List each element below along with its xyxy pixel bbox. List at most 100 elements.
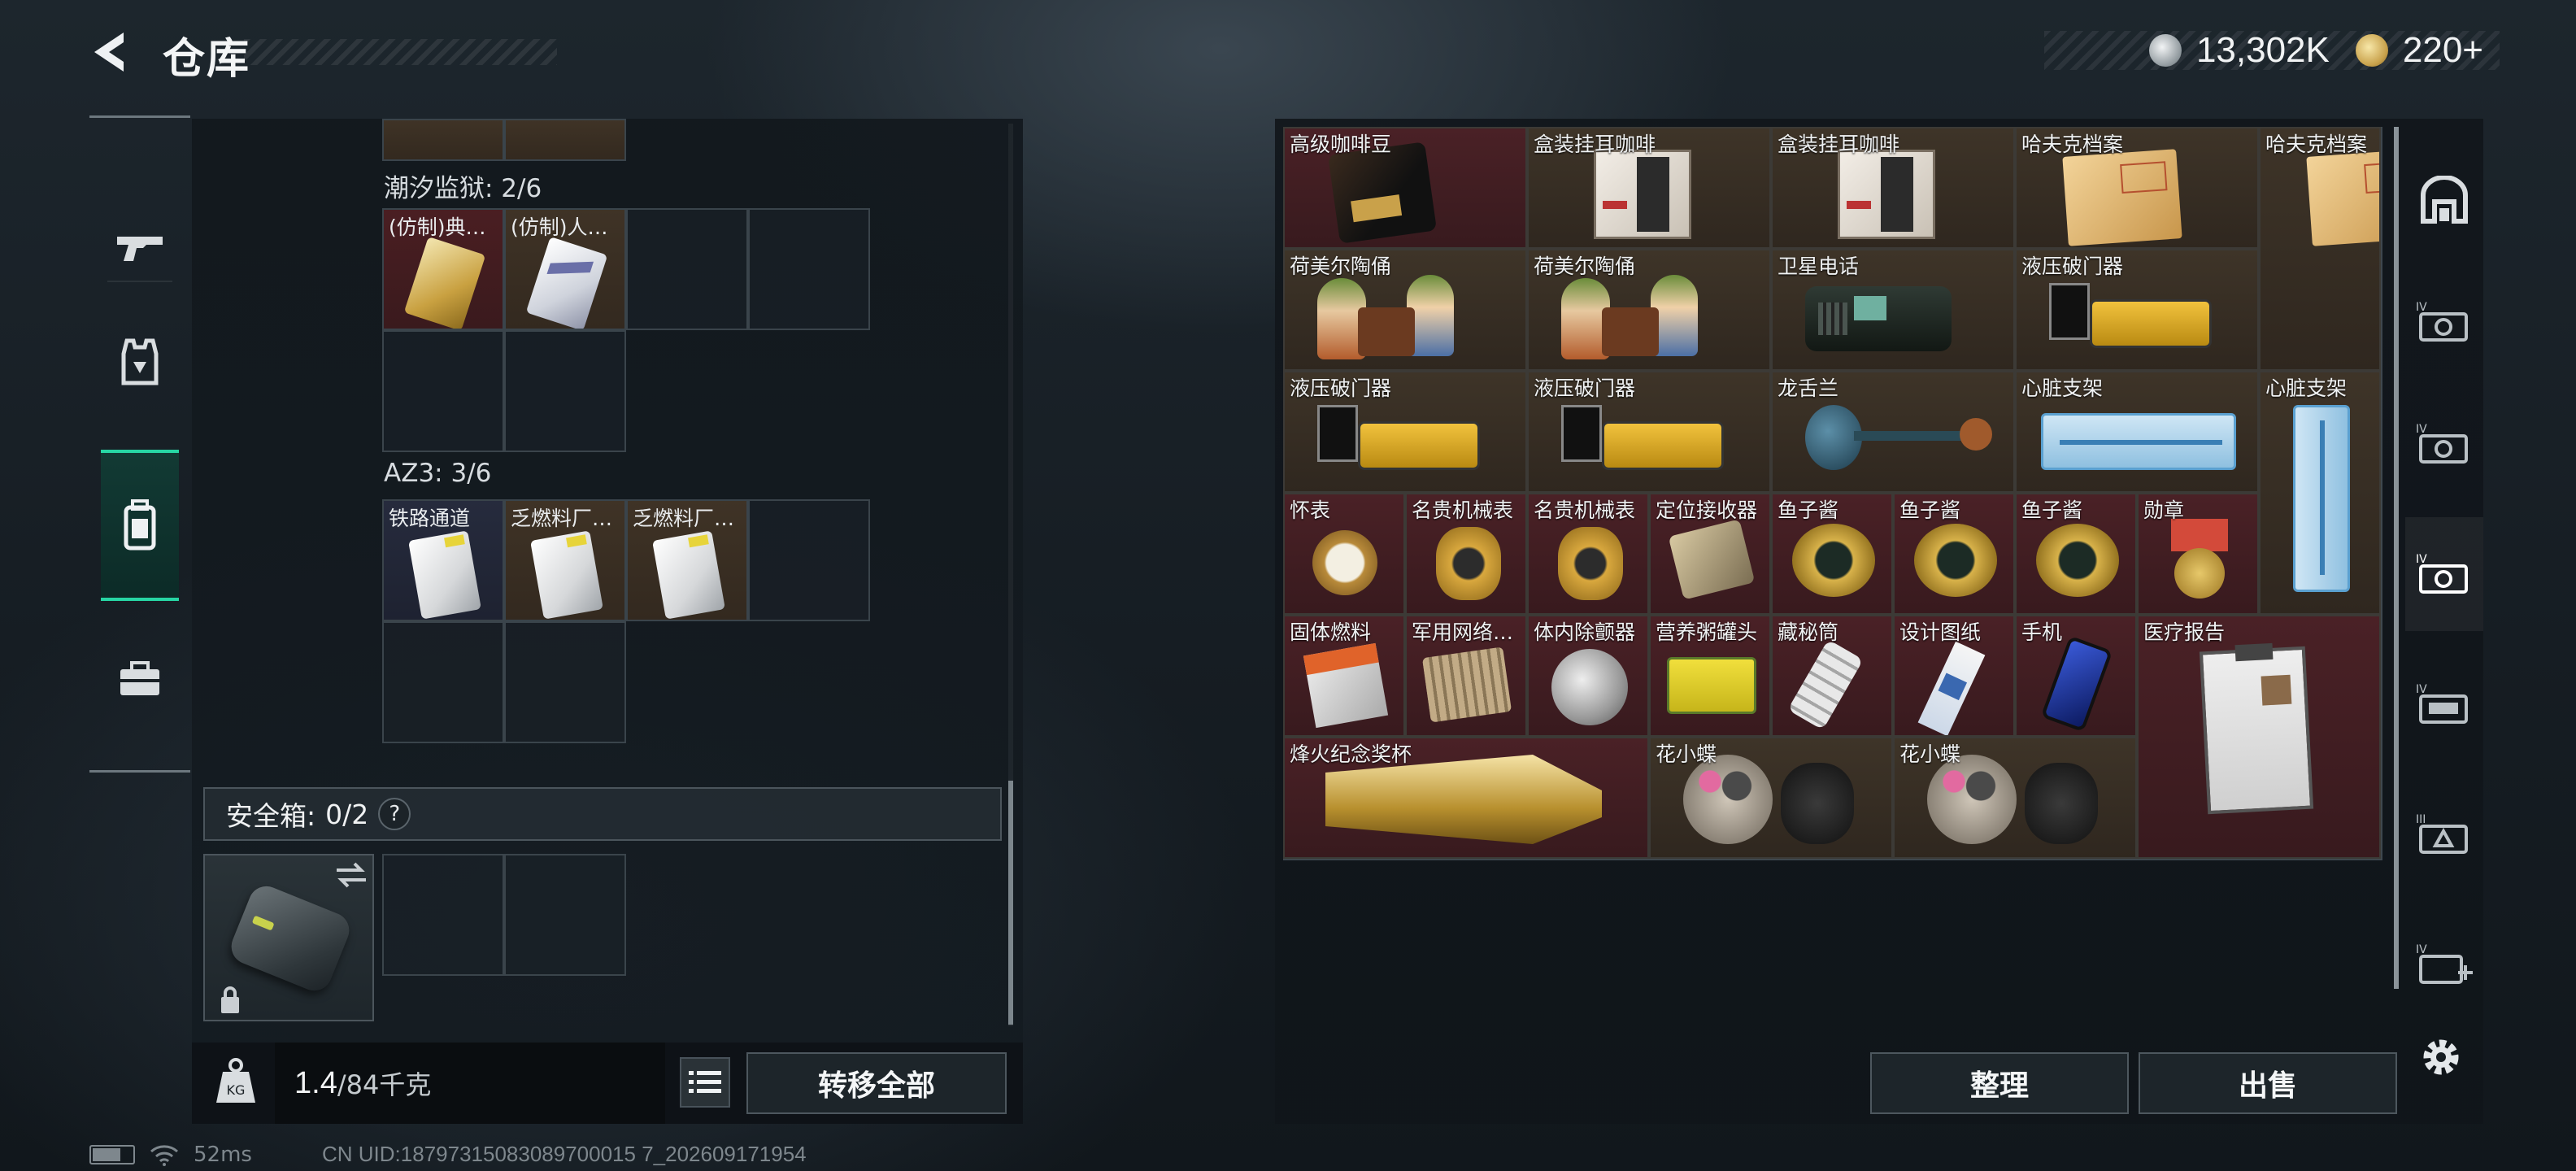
defib-icon: [1551, 649, 1628, 725]
rail-case-iv-3[interactable]: IV: [2405, 517, 2483, 631]
empty-slot[interactable]: [748, 499, 870, 621]
rail-case-iv-1[interactable]: IV: [2405, 265, 2483, 379]
swap-icon[interactable]: [333, 860, 369, 890]
stash-item[interactable]: 液压破门器: [1527, 371, 1771, 493]
stash-item[interactable]: 荷美尔陶俑: [1283, 249, 1527, 371]
stash-scrollbar[interactable]: [2394, 127, 2399, 989]
item-label: 鱼子酱: [2021, 498, 2083, 522]
empty-slot[interactable]: [382, 330, 504, 452]
empty-slot[interactable]: [748, 208, 870, 330]
stash-item[interactable]: 龙舌兰: [1771, 371, 2015, 493]
figurine-icon: [1358, 307, 1415, 356]
settings-gear-icon[interactable]: [2417, 1033, 2465, 1082]
rail-case-iv-add[interactable]: IV: [2405, 908, 2483, 1021]
plush-icon: [1927, 755, 2017, 844]
item-label: 烽火纪念奖杯: [1290, 742, 1412, 766]
stash-item[interactable]: 固体燃料: [1283, 615, 1405, 737]
safe-case-icon: [226, 881, 355, 996]
stash-item[interactable]: 鱼子酱: [1771, 493, 1893, 615]
sell-button[interactable]: 出售: [2139, 1052, 2397, 1114]
stash-item[interactable]: 卫星电话: [1771, 249, 2015, 371]
stash-item[interactable]: 哈夫克档案: [2015, 127, 2259, 249]
stash-item[interactable]: 花小蝶: [1649, 737, 1893, 859]
empty-slot[interactable]: [382, 854, 504, 976]
stash-item[interactable]: 鱼子酱: [2015, 493, 2137, 615]
rail-container-tab[interactable]: [2405, 143, 2483, 257]
stash-item[interactable]: 盒装挂耳咖啡: [1771, 127, 2015, 249]
nav-case[interactable]: [89, 606, 190, 752]
stash-item[interactable]: 医疗报告: [2137, 615, 2381, 859]
list-view-button[interactable]: [680, 1057, 730, 1108]
stash-item[interactable]: 盒装挂耳咖啡: [1527, 127, 1771, 249]
grid-cell[interactable]: [504, 119, 626, 161]
stash-item[interactable]: 体内除颤器: [1527, 615, 1649, 737]
empty-slot[interactable]: [504, 854, 626, 976]
fuel-icon: [1303, 642, 1389, 729]
svg-text:IV: IV: [2416, 553, 2427, 566]
stash-item[interactable]: 定位接收器: [1649, 493, 1771, 615]
breacher-icon: [2090, 299, 2212, 348]
keycard-icon: [525, 236, 608, 329]
gold-currency-value[interactable]: 220+: [2403, 30, 2483, 71]
stash-item[interactable]: 心脏支架: [2015, 371, 2259, 493]
empty-slot[interactable]: [382, 621, 504, 743]
keycard-icon: [530, 530, 603, 620]
stash-item[interactable]: 营养粥罐头: [1649, 615, 1771, 737]
stash-item[interactable]: 荷美尔陶俑: [1527, 249, 1771, 371]
stash-item[interactable]: 名贵机械表: [1527, 493, 1649, 615]
stash-item[interactable]: 烽火纪念奖杯: [1283, 737, 1649, 859]
breacher-icon: [1358, 421, 1480, 470]
box-icon: [1594, 150, 1691, 239]
rail-case-iv-4[interactable]: IV: [2405, 647, 2483, 761]
stash-item[interactable]: 液压破门器: [2015, 249, 2259, 371]
list-icon: [689, 1071, 721, 1093]
nav-backpack[interactable]: [101, 450, 179, 601]
safe-box-count: 0/2: [325, 798, 369, 830]
container-scrollbar-thumb[interactable]: [1008, 781, 1013, 1025]
stash-item[interactable]: 藏秘筒: [1771, 615, 1893, 737]
stent-icon: [2041, 413, 2236, 470]
keycard-item[interactable]: 乏燃料厂…: [504, 499, 626, 621]
figurine-icon: [1602, 307, 1659, 356]
rail-case-iv-2[interactable]: IV: [2405, 387, 2483, 501]
stash-item[interactable]: 鱼子酱: [1893, 493, 2015, 615]
stash-item[interactable]: 哈夫克档案: [2259, 127, 2381, 371]
transfer-all-button[interactable]: 转移全部: [746, 1052, 1007, 1114]
back-arrow-icon[interactable]: [88, 28, 137, 76]
keycard-item[interactable]: (仿制)典…: [382, 208, 504, 330]
empty-slot[interactable]: [626, 208, 748, 330]
stash-item[interactable]: 心脏支架: [2259, 371, 2381, 615]
keycard-item[interactable]: 铁路通道: [382, 499, 504, 621]
stash-item[interactable]: 液压破门器: [1283, 371, 1527, 493]
item-label: 龙舌兰: [1778, 377, 1839, 400]
stash-item[interactable]: 怀表: [1283, 493, 1405, 615]
safe-box-slot[interactable]: [203, 854, 374, 1021]
item-label: 乏燃料厂…: [511, 507, 613, 530]
safe-box-grid: [382, 854, 626, 976]
silver-currency-value: 13,302K: [2195, 30, 2330, 70]
gun-icon: [117, 237, 163, 261]
keycard-item[interactable]: (仿制)人…: [504, 208, 626, 330]
status-bar: 52ms: [89, 1142, 252, 1168]
keycard-item[interactable]: 乏燃料厂…: [626, 499, 748, 621]
item-label: 军用网络…: [1412, 620, 1514, 644]
sort-button[interactable]: 整理: [1870, 1052, 2129, 1114]
rail-case-iii[interactable]: III: [2405, 777, 2483, 891]
grid-cell[interactable]: [382, 119, 504, 161]
stash-item[interactable]: 名贵机械表: [1405, 493, 1527, 615]
nav-armor[interactable]: [89, 289, 190, 435]
stent-v-icon: [2293, 405, 2350, 592]
stash-item[interactable]: 花小蝶: [1893, 737, 2137, 859]
item-label: 荷美尔陶俑: [1290, 255, 1392, 278]
empty-slot[interactable]: [504, 621, 626, 743]
stash-item[interactable]: 高级咖啡豆: [1283, 127, 1527, 249]
empty-slot[interactable]: [504, 330, 626, 452]
stash-item[interactable]: 设计图纸: [1893, 615, 2015, 737]
stash-item[interactable]: 勋章: [2137, 493, 2259, 615]
stash-item[interactable]: 军用网络…: [1405, 615, 1527, 737]
item-label: 盒装挂耳咖啡: [1534, 133, 1656, 156]
help-icon[interactable]: ?: [378, 798, 411, 830]
stash-item[interactable]: 手机: [2015, 615, 2137, 737]
section-label-az3: AZ3: 3/6: [384, 459, 492, 488]
breacher-icon: [1317, 405, 1358, 462]
